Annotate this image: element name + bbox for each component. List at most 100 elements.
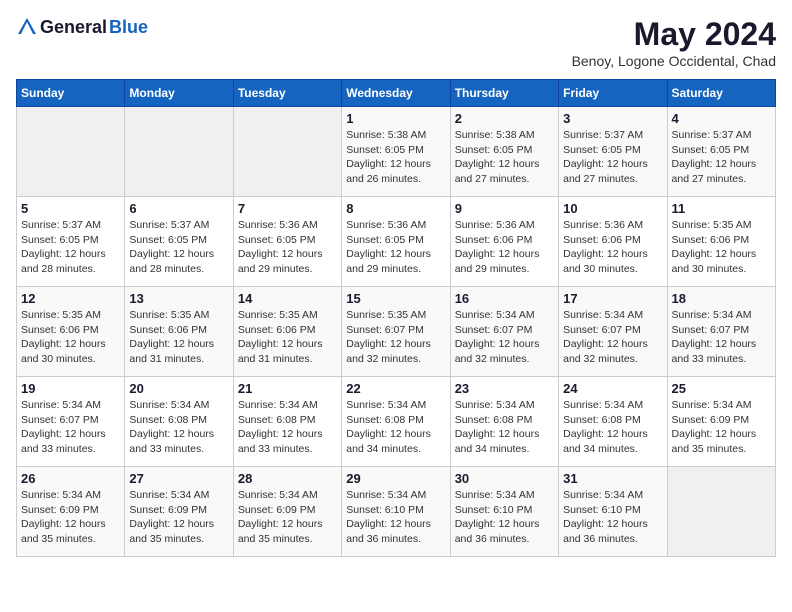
sunset-text: Sunset: 6:08 PM	[563, 413, 662, 428]
calendar-cell: 14 Sunrise: 5:35 AMSunset: 6:06 PMDayligh…	[233, 287, 341, 377]
daylight-text: Daylight: 12 hours and 29 minutes.	[346, 247, 445, 276]
weekday-header-friday: Friday	[559, 80, 667, 107]
sunrise-text: Sunrise: 5:35 AM	[238, 308, 337, 323]
sunset-text: Sunset: 6:06 PM	[21, 323, 120, 338]
day-info: Sunrise: 5:35 AMSunset: 6:07 PMDaylight:…	[346, 308, 445, 367]
calendar-week-row: 1 Sunrise: 5:38 AMSunset: 6:05 PMDaylight…	[17, 107, 776, 197]
sunset-text: Sunset: 6:07 PM	[346, 323, 445, 338]
calendar-cell	[125, 107, 233, 197]
sunset-text: Sunset: 6:08 PM	[346, 413, 445, 428]
sunset-text: Sunset: 6:07 PM	[21, 413, 120, 428]
day-info: Sunrise: 5:34 AMSunset: 6:09 PMDaylight:…	[21, 488, 120, 547]
sunrise-text: Sunrise: 5:34 AM	[563, 488, 662, 503]
calendar-cell	[17, 107, 125, 197]
day-number: 8	[346, 201, 445, 216]
calendar-week-row: 19Sunrise: 5:34 AMSunset: 6:07 PMDayligh…	[17, 377, 776, 467]
sunrise-text: Sunrise: 5:35 AM	[129, 308, 228, 323]
sunset-text: Sunset: 6:05 PM	[563, 143, 662, 158]
calendar-cell	[667, 467, 775, 557]
sunset-text: Sunset: 6:05 PM	[346, 143, 445, 158]
weekday-header-row: SundayMondayTuesdayWednesdayThursdayFrid…	[17, 80, 776, 107]
sunrise-text: Sunrise: 5:34 AM	[455, 488, 554, 503]
title-area: May 2024 Benoy, Logone Occidental, Chad	[572, 16, 776, 69]
daylight-text: Daylight: 12 hours and 34 minutes.	[346, 427, 445, 456]
daylight-text: Daylight: 12 hours and 29 minutes.	[238, 247, 337, 276]
calendar-cell: 8 Sunrise: 5:36 AMSunset: 6:05 PMDaylight…	[342, 197, 450, 287]
daylight-text: Daylight: 12 hours and 36 minutes.	[563, 517, 662, 546]
daylight-text: Daylight: 12 hours and 35 minutes.	[129, 517, 228, 546]
sunset-text: Sunset: 6:06 PM	[563, 233, 662, 248]
calendar-header: SundayMondayTuesdayWednesdayThursdayFrid…	[17, 80, 776, 107]
day-number: 26	[21, 471, 120, 486]
day-number: 11	[672, 201, 771, 216]
sunrise-text: Sunrise: 5:36 AM	[346, 218, 445, 233]
daylight-text: Daylight: 12 hours and 36 minutes.	[455, 517, 554, 546]
day-number: 18	[672, 291, 771, 306]
day-info: Sunrise: 5:36 AMSunset: 6:05 PMDaylight:…	[238, 218, 337, 277]
sunset-text: Sunset: 6:05 PM	[21, 233, 120, 248]
logo-general-text: General	[40, 17, 107, 38]
sunset-text: Sunset: 6:09 PM	[672, 413, 771, 428]
calendar-cell: 5Sunrise: 5:37 AMSunset: 6:05 PMDaylight…	[17, 197, 125, 287]
day-number: 9	[455, 201, 554, 216]
day-number: 1	[346, 111, 445, 126]
day-number: 12	[21, 291, 120, 306]
day-info: Sunrise: 5:37 AMSunset: 6:05 PMDaylight:…	[672, 128, 771, 187]
day-number: 4	[672, 111, 771, 126]
day-info: Sunrise: 5:35 AMSunset: 6:06 PMDaylight:…	[129, 308, 228, 367]
daylight-text: Daylight: 12 hours and 32 minutes.	[346, 337, 445, 366]
calendar-week-row: 5Sunrise: 5:37 AMSunset: 6:05 PMDaylight…	[17, 197, 776, 287]
daylight-text: Daylight: 12 hours and 32 minutes.	[455, 337, 554, 366]
day-info: Sunrise: 5:34 AMSunset: 6:10 PMDaylight:…	[346, 488, 445, 547]
sunrise-text: Sunrise: 5:35 AM	[21, 308, 120, 323]
sunrise-text: Sunrise: 5:38 AM	[346, 128, 445, 143]
sunset-text: Sunset: 6:08 PM	[238, 413, 337, 428]
day-info: Sunrise: 5:35 AMSunset: 6:06 PMDaylight:…	[238, 308, 337, 367]
weekday-header-saturday: Saturday	[667, 80, 775, 107]
day-number: 3	[563, 111, 662, 126]
sunrise-text: Sunrise: 5:34 AM	[672, 398, 771, 413]
sunset-text: Sunset: 6:07 PM	[563, 323, 662, 338]
sunrise-text: Sunrise: 5:37 AM	[563, 128, 662, 143]
day-info: Sunrise: 5:34 AMSunset: 6:08 PMDaylight:…	[238, 398, 337, 457]
daylight-text: Daylight: 12 hours and 33 minutes.	[238, 427, 337, 456]
day-info: Sunrise: 5:36 AMSunset: 6:06 PMDaylight:…	[563, 218, 662, 277]
weekday-header-wednesday: Wednesday	[342, 80, 450, 107]
sunset-text: Sunset: 6:05 PM	[672, 143, 771, 158]
sunset-text: Sunset: 6:08 PM	[129, 413, 228, 428]
calendar-cell: 7Sunrise: 5:36 AMSunset: 6:05 PMDaylight…	[233, 197, 341, 287]
calendar-cell: 24Sunrise: 5:34 AMSunset: 6:08 PMDayligh…	[559, 377, 667, 467]
calendar-cell: 10Sunrise: 5:36 AMSunset: 6:06 PMDayligh…	[559, 197, 667, 287]
calendar-body: 1Sunrise: 5:38 AMSunset: 6:05 PMDaylight…	[17, 107, 776, 557]
page-header: General Blue May 2024 Benoy, Logone Occi…	[16, 16, 776, 69]
day-number: 14	[238, 291, 337, 306]
sunset-text: Sunset: 6:08 PM	[455, 413, 554, 428]
calendar-cell: 11Sunrise: 5:35 AMSunset: 6:06 PMDayligh…	[667, 197, 775, 287]
day-info: Sunrise: 5:34 AMSunset: 6:07 PMDaylight:…	[563, 308, 662, 367]
day-info: Sunrise: 5:34 AMSunset: 6:07 PMDaylight:…	[21, 398, 120, 457]
daylight-text: Daylight: 12 hours and 35 minutes.	[21, 517, 120, 546]
sunset-text: Sunset: 6:09 PM	[129, 503, 228, 518]
day-number: 23	[455, 381, 554, 396]
sunset-text: Sunset: 6:10 PM	[346, 503, 445, 518]
month-year-title: May 2024	[572, 16, 776, 53]
day-info: Sunrise: 5:34 AMSunset: 6:08 PMDaylight:…	[129, 398, 228, 457]
sunrise-text: Sunrise: 5:35 AM	[346, 308, 445, 323]
day-number: 24	[563, 381, 662, 396]
sunrise-text: Sunrise: 5:34 AM	[455, 398, 554, 413]
sunset-text: Sunset: 6:05 PM	[238, 233, 337, 248]
sunset-text: Sunset: 6:05 PM	[346, 233, 445, 248]
sunrise-text: Sunrise: 5:34 AM	[346, 488, 445, 503]
calendar-week-row: 12Sunrise: 5:35 AMSunset: 6:06 PMDayligh…	[17, 287, 776, 377]
sunrise-text: Sunrise: 5:34 AM	[129, 488, 228, 503]
sunrise-text: Sunrise: 5:34 AM	[455, 308, 554, 323]
daylight-text: Daylight: 12 hours and 33 minutes.	[672, 337, 771, 366]
sunrise-text: Sunrise: 5:34 AM	[129, 398, 228, 413]
calendar-cell: 15Sunrise: 5:35 AMSunset: 6:07 PMDayligh…	[342, 287, 450, 377]
daylight-text: Daylight: 12 hours and 34 minutes.	[455, 427, 554, 456]
day-info: Sunrise: 5:38 AMSunset: 6:05 PMDaylight:…	[455, 128, 554, 187]
calendar-cell: 26 Sunrise: 5:34 AMSunset: 6:09 PMDayligh…	[17, 467, 125, 557]
day-number: 22	[346, 381, 445, 396]
sunset-text: Sunset: 6:06 PM	[672, 233, 771, 248]
logo: General Blue	[16, 16, 148, 38]
